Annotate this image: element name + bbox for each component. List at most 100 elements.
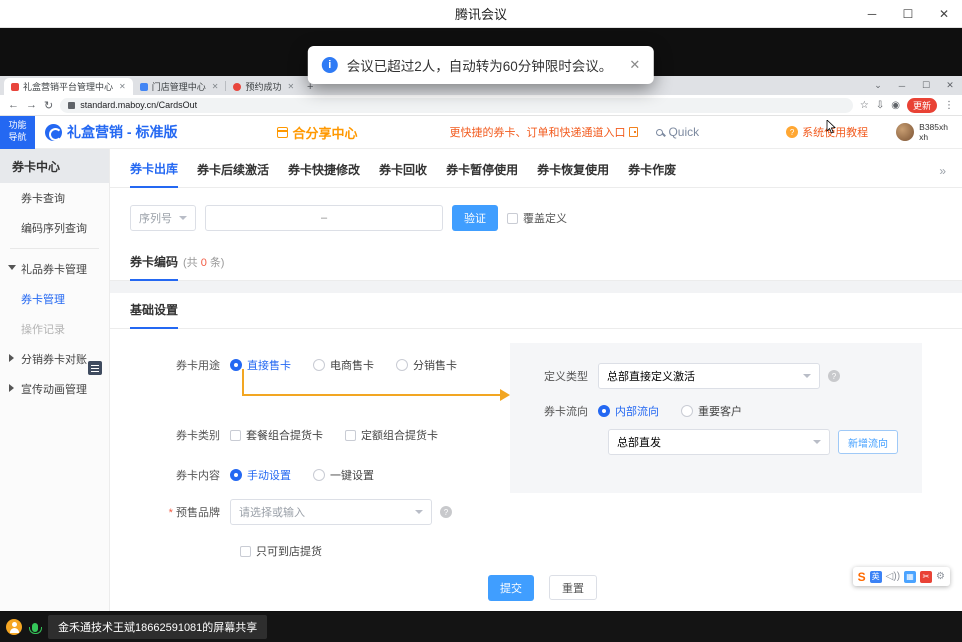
star-icon[interactable]: ☆ bbox=[860, 100, 869, 111]
radio-icon[interactable] bbox=[681, 405, 693, 417]
radio-direct-sale[interactable]: 直接售卡 bbox=[230, 357, 291, 373]
s-logo-icon[interactable]: S bbox=[858, 570, 866, 584]
browser-minimize-icon[interactable]: ─ bbox=[890, 81, 914, 91]
radio-ecommerce-sale[interactable]: 电商售卡 bbox=[313, 357, 374, 373]
serial-input[interactable]: – bbox=[205, 205, 443, 231]
tab-card-quick-edit[interactable]: 券卡快捷修改 bbox=[288, 161, 360, 187]
checkbox-icon[interactable] bbox=[230, 430, 241, 441]
user-name-line2: xh bbox=[919, 132, 928, 142]
radio-manual-setup[interactable]: 手动设置 bbox=[230, 467, 291, 483]
tab-card-later-activate[interactable]: 券卡后续激活 bbox=[197, 161, 269, 187]
browser-update-button[interactable]: 更新 bbox=[907, 98, 937, 113]
tab-label: 预约成功 bbox=[245, 80, 281, 93]
meeting-toast: i 会议已超过2人，自动转为60分钟限时会议。 ✕ bbox=[308, 46, 654, 84]
speaker-icon[interactable]: ◁)) bbox=[886, 571, 900, 582]
define-type-select[interactable]: 总部直接定义激活 bbox=[598, 363, 820, 389]
sidebar-item-operation-log[interactable]: 操作记录 bbox=[0, 314, 109, 344]
sidebar-group-promo-animation[interactable]: 宣传动画管理 bbox=[0, 374, 109, 404]
grid-icon[interactable]: ▦ bbox=[904, 571, 916, 583]
site-info-icon[interactable] bbox=[68, 102, 75, 109]
settings-gear-icon[interactable]: ⚙ bbox=[936, 571, 945, 582]
radio-icon[interactable] bbox=[598, 405, 610, 417]
radio-icon[interactable] bbox=[313, 359, 325, 371]
maximize-icon[interactable]: ☐ bbox=[890, 0, 926, 27]
verify-button[interactable]: 验证 bbox=[452, 205, 498, 231]
card-usage-label: 券卡用途 bbox=[130, 357, 230, 373]
share-center-link[interactable]: 合分享中心 bbox=[277, 123, 357, 142]
override-define-option[interactable]: 覆盖定义 bbox=[507, 210, 567, 226]
definition-panel: 定义类型 总部直接定义激活 ? 券卡流向 内部流向 bbox=[510, 343, 922, 493]
user-box[interactable]: B385xh xh bbox=[896, 122, 948, 142]
checkbox-label: 只可到店提货 bbox=[256, 543, 322, 559]
serial-type-select[interactable]: 序列号 bbox=[130, 205, 196, 231]
toast-close-icon[interactable]: ✕ bbox=[629, 57, 640, 73]
reset-button[interactable]: 重置 bbox=[549, 575, 597, 600]
close-icon[interactable]: ✕ bbox=[926, 0, 962, 27]
translate-icon[interactable]: 英 bbox=[870, 571, 882, 583]
presale-brand-select[interactable]: 请选择或输入 bbox=[230, 499, 432, 525]
required-mark: * bbox=[169, 507, 173, 519]
presale-brand-label-text: 预售品牌 bbox=[176, 507, 220, 519]
info-icon: ? bbox=[440, 506, 452, 518]
radio-important-customer[interactable]: 重要客户 bbox=[681, 403, 742, 419]
info-icon: ? bbox=[828, 370, 840, 382]
sidebar-item-code-sequence-query[interactable]: 编码序列查询 bbox=[0, 213, 109, 243]
count-suffix: 条) bbox=[210, 257, 225, 269]
browser-tab-3[interactable]: 预约成功 ✕ bbox=[226, 78, 301, 95]
forward-icon[interactable]: → bbox=[26, 99, 37, 111]
browser-addressbar: ← → ↻ standard.maboy.cn/CardsOut ☆ ⇩ ◉ 更… bbox=[0, 95, 962, 116]
clip-icon[interactable]: ✂ bbox=[920, 571, 932, 583]
tab-search-icon[interactable]: ⌄ bbox=[866, 80, 890, 91]
checkbox-store-pickup-only[interactable]: 只可到店提货 bbox=[240, 543, 322, 559]
checkbox-icon[interactable] bbox=[240, 546, 251, 557]
radio-icon[interactable] bbox=[313, 469, 325, 481]
tab-close-icon[interactable]: ✕ bbox=[212, 82, 219, 91]
url-bar[interactable]: standard.maboy.cn/CardsOut bbox=[60, 98, 853, 113]
menu-dots-icon[interactable]: ⋮ bbox=[944, 100, 954, 111]
radio-distribution-sale[interactable]: 分销售卡 bbox=[396, 357, 457, 373]
browser-tab-1[interactable]: 礼盒营销平台管理中心 ✕ bbox=[4, 78, 133, 95]
collapse-right-icon[interactable]: » bbox=[939, 164, 946, 187]
checkbox-icon[interactable] bbox=[507, 213, 518, 224]
radio-label: 电商售卡 bbox=[330, 357, 374, 373]
add-flow-button[interactable]: 新增流向 bbox=[838, 430, 898, 454]
mouse-cursor-icon bbox=[826, 120, 838, 134]
browser-tab-2[interactable]: 门店管理中心 ✕ bbox=[133, 78, 226, 95]
sidebar-collapse-icon[interactable] bbox=[88, 361, 102, 375]
tab-close-icon[interactable]: ✕ bbox=[287, 82, 294, 91]
tab-close-icon[interactable]: ✕ bbox=[119, 82, 126, 91]
checkbox-fixed-combo-card[interactable]: 定额组合提货卡 bbox=[345, 427, 438, 443]
main-tabs: 券卡出库 券卡后续激活 券卡快捷修改 券卡回收 券卡暂停使用 券卡恢复使用 券卡… bbox=[110, 149, 962, 188]
back-icon[interactable]: ← bbox=[8, 99, 19, 111]
minimize-icon[interactable]: ─ bbox=[854, 0, 890, 27]
checkbox-icon[interactable] bbox=[345, 430, 356, 441]
radio-icon[interactable] bbox=[230, 469, 242, 481]
radio-icon[interactable] bbox=[396, 359, 408, 371]
sidebar-item-card-query[interactable]: 券卡查询 bbox=[0, 183, 109, 213]
sidebar-group-gift-card-management[interactable]: 礼品券卡管理 bbox=[0, 254, 109, 284]
card-coding-section-head: 券卡编码 (共0条) bbox=[110, 245, 962, 281]
browser-close-icon[interactable]: ✕ bbox=[938, 80, 962, 91]
submit-button[interactable]: 提交 bbox=[488, 575, 534, 601]
profile-icon[interactable]: ◉ bbox=[891, 100, 900, 111]
radio-internal-flow[interactable]: 内部流向 bbox=[598, 403, 659, 419]
tab-card-outbound[interactable]: 券卡出库 bbox=[130, 160, 178, 188]
download-icon[interactable]: ⇩ bbox=[876, 100, 884, 111]
extension-toolbar: S 英 ◁)) ▦ ✂ ⚙ bbox=[853, 567, 950, 586]
tab-card-void[interactable]: 券卡作废 bbox=[628, 161, 676, 187]
radio-one-click-setup[interactable]: 一键设置 bbox=[313, 467, 374, 483]
promo-link[interactable]: 更快捷的券卡、订单和快递通道入口 bbox=[449, 124, 638, 140]
flow-select[interactable]: 总部直发 bbox=[608, 429, 830, 455]
nav-toggle-button[interactable]: 功能 导航 bbox=[0, 116, 35, 149]
sidebar-item-card-management[interactable]: 券卡管理 bbox=[0, 284, 109, 314]
titlebar: 腾讯会议 ─ ☐ ✕ bbox=[0, 0, 962, 28]
checkbox-package-combo-card[interactable]: 套餐组合提货卡 bbox=[230, 427, 323, 443]
tab-card-resume[interactable]: 券卡恢复使用 bbox=[537, 161, 609, 187]
tab-card-recycle[interactable]: 券卡回收 bbox=[379, 161, 427, 187]
reload-icon[interactable]: ↻ bbox=[44, 99, 53, 112]
tab-label: 礼盒营销平台管理中心 bbox=[23, 80, 113, 93]
radio-icon[interactable] bbox=[230, 359, 242, 371]
tab-card-pause[interactable]: 券卡暂停使用 bbox=[446, 161, 518, 187]
quick-search[interactable]: Quick bbox=[656, 125, 699, 139]
browser-maximize-icon[interactable]: ☐ bbox=[914, 80, 938, 91]
